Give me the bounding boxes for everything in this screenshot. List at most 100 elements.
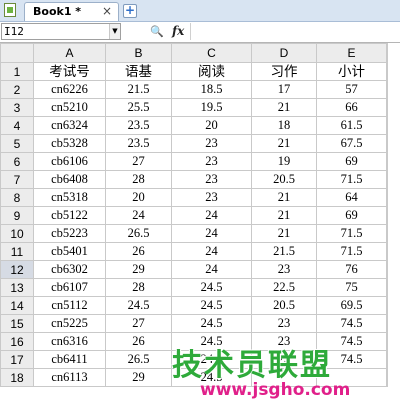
grid-cell[interactable]: 26.5 (105, 350, 172, 369)
grid-cell[interactable]: 阅读 (171, 62, 252, 81)
grid-cell[interactable]: 28 (105, 278, 172, 297)
grid-cell[interactable]: cb5401 (33, 242, 106, 261)
name-box[interactable]: I12 ▼ (1, 23, 121, 40)
grid-cell[interactable]: cn5112 (33, 296, 106, 315)
row-header[interactable]: 1 (0, 62, 34, 81)
grid-cell[interactable]: 21.5 (251, 242, 317, 261)
row-header[interactable]: 2 (0, 80, 34, 99)
tab-book1[interactable]: Book1 * × (24, 2, 119, 21)
grid-cell[interactable]: 18 (251, 116, 317, 135)
grid-cell[interactable]: 21 (251, 98, 317, 117)
column-header-b[interactable]: B (105, 43, 172, 63)
grid-cell[interactable]: cb6107 (33, 278, 106, 297)
row-header[interactable]: 13 (0, 278, 34, 297)
grid-cell[interactable]: 24 (105, 206, 172, 225)
grid-cell[interactable]: 21 (251, 224, 317, 243)
zoom-icon[interactable]: 🔍 (150, 25, 164, 38)
grid-cell[interactable]: 29 (105, 260, 172, 279)
grid-cell[interactable]: 24.5 (171, 350, 252, 369)
grid-cell[interactable]: 24.5 (171, 314, 252, 333)
grid-cell[interactable]: 20.5 (251, 296, 317, 315)
row-header[interactable]: 11 (0, 242, 34, 261)
grid-cell[interactable]: 24 (171, 206, 252, 225)
grid-cell[interactable]: 23 (251, 350, 317, 369)
grid-cell[interactable]: 24.5 (171, 368, 252, 387)
grid-cell[interactable]: 24 (171, 260, 252, 279)
grid-cell[interactable] (386, 350, 388, 369)
grid-cell[interactable]: 23 (171, 188, 252, 207)
row-header[interactable]: 12 (0, 260, 34, 279)
chevron-down-icon[interactable]: ▼ (109, 24, 120, 39)
grid-cell[interactable]: cb6411 (33, 350, 106, 369)
grid-cell[interactable]: 27 (105, 152, 172, 171)
row-header[interactable]: 6 (0, 152, 34, 171)
grid-cell[interactable]: 习作 (251, 62, 317, 81)
grid-cell[interactable] (386, 224, 388, 243)
grid-cell[interactable]: 26.5 (105, 224, 172, 243)
grid-cell[interactable]: 26 (105, 332, 172, 351)
grid-cell[interactable]: 57 (316, 80, 387, 99)
grid-cell[interactable] (386, 368, 388, 387)
grid-cell[interactable]: 19 (251, 152, 317, 171)
grid-cell[interactable]: 71.5 (316, 224, 387, 243)
grid-cell[interactable]: 21 (251, 134, 317, 153)
grid-cell[interactable]: 23 (251, 332, 317, 351)
grid-cell[interactable]: 28 (105, 170, 172, 189)
grid-cell[interactable]: 71.5 (316, 242, 387, 261)
grid-cell[interactable] (386, 134, 388, 153)
grid-cell[interactable]: 20 (105, 188, 172, 207)
row-header[interactable]: 4 (0, 116, 34, 135)
grid-cell[interactable]: cn6226 (33, 80, 106, 99)
grid-cell[interactable]: cb5122 (33, 206, 106, 225)
grid-cell[interactable]: 24.5 (105, 296, 172, 315)
grid-cell[interactable]: cn5318 (33, 188, 106, 207)
close-icon[interactable]: × (102, 3, 112, 20)
grid-cell[interactable] (316, 368, 387, 387)
select-all-corner[interactable] (0, 43, 34, 63)
row-header[interactable]: 16 (0, 332, 34, 351)
grid-cell[interactable]: 74.5 (316, 332, 387, 351)
grid-cell[interactable]: 23 (251, 314, 317, 333)
row-header[interactable]: 14 (0, 296, 34, 315)
grid-cell[interactable]: 24 (171, 224, 252, 243)
grid-cell[interactable]: 22.5 (251, 278, 317, 297)
grid-cell[interactable]: 18.5 (171, 80, 252, 99)
grid-cell[interactable] (386, 98, 388, 117)
grid-cell[interactable]: cn5210 (33, 98, 106, 117)
grid-cell[interactable]: 19.5 (171, 98, 252, 117)
grid-cell[interactable]: 24.5 (171, 278, 252, 297)
grid-cell[interactable]: 64 (316, 188, 387, 207)
grid-cell[interactable]: 26 (105, 242, 172, 261)
row-header[interactable]: 15 (0, 314, 34, 333)
grid-cell[interactable] (386, 332, 388, 351)
grid-cell[interactable]: 17 (251, 80, 317, 99)
grid-cell[interactable] (386, 242, 388, 261)
row-header[interactable]: 8 (0, 188, 34, 207)
grid-cell[interactable]: 语基 (105, 62, 172, 81)
grid-cell[interactable]: 23.5 (105, 116, 172, 135)
grid-cell[interactable] (386, 170, 388, 189)
grid-cell[interactable]: 24.5 (171, 332, 252, 351)
function-icon[interactable]: fx (172, 24, 184, 38)
grid-cell[interactable]: 考试号 (33, 62, 106, 81)
grid-cell[interactable]: 74.5 (316, 314, 387, 333)
grid-cell[interactable]: 66 (316, 98, 387, 117)
grid-cell[interactable]: 21 (251, 188, 317, 207)
grid-cell[interactable]: 69.5 (316, 296, 387, 315)
grid-cell[interactable]: 27 (105, 314, 172, 333)
grid-cell[interactable]: cb6302 (33, 260, 106, 279)
grid-cell[interactable] (386, 152, 388, 171)
grid-cell[interactable]: 23.5 (105, 134, 172, 153)
grid-cell[interactable]: 小计 (316, 62, 387, 81)
grid-cell[interactable]: 23 (171, 152, 252, 171)
grid-cell[interactable]: 23 (251, 260, 317, 279)
grid-cell[interactable]: 24.5 (171, 296, 252, 315)
grid-cell[interactable]: 20.5 (251, 170, 317, 189)
column-header-extra[interactable] (386, 43, 388, 63)
grid-cell[interactable]: 61.5 (316, 116, 387, 135)
grid-cell[interactable]: 29 (105, 368, 172, 387)
grid-cell[interactable]: 71.5 (316, 170, 387, 189)
grid-cell[interactable]: 21 (251, 206, 317, 225)
grid-cell[interactable]: 25.5 (105, 98, 172, 117)
row-header[interactable]: 3 (0, 98, 34, 117)
